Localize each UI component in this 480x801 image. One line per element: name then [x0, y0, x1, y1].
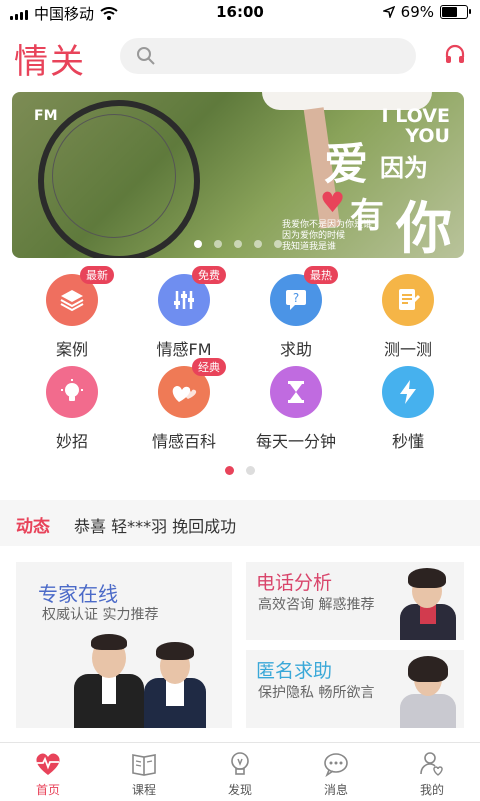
battery-fill [442, 7, 458, 17]
anonymous-help-subtitle: 保护隐私 畅所欲言 [258, 685, 375, 701]
chat-icon [288, 749, 384, 779]
heart-icon: ♥ [320, 186, 346, 219]
tab-label: 我的 [419, 783, 444, 797]
battery-icon [440, 5, 471, 19]
headset-icon[interactable] [444, 44, 466, 66]
feature-item[interactable]: ? 最热求助 [240, 266, 352, 360]
location-arrow-icon [382, 6, 395, 18]
tab-label: 发现 [227, 783, 252, 797]
hearts-icon: 经典 [158, 358, 226, 418]
feature-tag: 经典 [192, 358, 226, 376]
tab-label: 首页 [35, 783, 60, 797]
bottom-tab-bar: 首页 课程 发现 消息 我的 [0, 742, 480, 801]
hourglass-icon [270, 366, 322, 418]
bicycle-wheel-spokes-graphic [52, 114, 176, 238]
layers-icon: 最新 [46, 266, 114, 326]
banner-title-ai: 爱 [324, 139, 368, 190]
test-paper-icon [382, 274, 434, 326]
tab-item[interactable]: 我的 [384, 749, 480, 798]
banner-pagination[interactable] [12, 240, 464, 248]
banner-dot[interactable] [214, 240, 222, 248]
lightning-icon [382, 366, 434, 418]
banner-dot[interactable] [234, 240, 242, 248]
news-text: 恭喜 轻***羽 挽回成功 [74, 517, 237, 536]
feature-label: 每天一分钟 [255, 432, 336, 451]
news-ticker[interactable]: 动态 恭喜 轻***羽 挽回成功 [0, 500, 480, 546]
phone-analysis-card[interactable]: 电话分析 高效咨询 解惑推荐 [246, 562, 464, 640]
battery-percent: 69% [400, 3, 434, 21]
app-logo[interactable]: 情关 [14, 34, 86, 83]
banner-love-text: I LOVE YOU [381, 105, 450, 147]
feature-label: 秒懂 [391, 432, 424, 451]
feature-item[interactable]: 测一测 [352, 274, 464, 360]
tab-label: 消息 [323, 783, 348, 797]
grid-page-dot[interactable] [225, 466, 234, 475]
expert-subtitle: 权威认证 实力推荐 [42, 607, 159, 623]
tab-item[interactable]: 课程 [96, 749, 192, 798]
feature-tag: 免费 [192, 266, 226, 284]
banner-dot[interactable] [274, 240, 282, 248]
feature-item[interactable]: 每天一分钟 [240, 366, 352, 452]
news-title: 动态 [16, 517, 50, 537]
grid-page-dot[interactable] [246, 466, 255, 475]
lightbulb-icon [192, 749, 288, 779]
phone-analysis-title: 电话分析 [256, 572, 333, 594]
svg-text:?: ? [293, 291, 299, 305]
anonymous-help-title: 匿名求助 [256, 660, 333, 682]
feature-item[interactable]: 免费情感FM [128, 266, 240, 360]
anonymous-help-card[interactable]: 匿名求助 保护隐私 畅所欲言 [246, 650, 464, 728]
feature-tag: 最新 [80, 266, 114, 284]
expert-title: 专家在线 [38, 582, 118, 606]
operator-photo [396, 566, 458, 640]
tab-item[interactable]: 发现 [192, 749, 288, 798]
male-expert-photo [74, 632, 144, 728]
feature-label: 情感FM [156, 340, 212, 359]
status-bar: 中国移动 16:00 69% [0, 0, 480, 26]
banner-title-yinwei: 因为 [380, 154, 428, 182]
tab-item[interactable]: 消息 [288, 749, 384, 798]
lightbulb-icon [46, 366, 98, 418]
book-icon [96, 749, 192, 779]
equalizer-icon: 免费 [158, 266, 226, 326]
feature-label: 求助 [279, 340, 312, 359]
banner-fm-label: FM [34, 108, 58, 124]
feature-item[interactable]: 妙招 [16, 366, 128, 452]
grid-pagination[interactable] [0, 466, 480, 475]
tab-label: 课程 [131, 783, 156, 797]
banner-subtitle: 我爱你不是因为你是谁 因为爱你的时候 我知道我是谁 [282, 220, 372, 253]
feature-label: 测一测 [383, 340, 432, 359]
banner-subtitle-line: 我爱你不是因为你是谁 [282, 220, 373, 230]
user-heart-icon [384, 749, 480, 779]
feature-label: 情感百科 [151, 432, 216, 451]
feature-item[interactable]: 最新案例 [16, 266, 128, 360]
feature-item[interactable]: 经典情感百科 [128, 358, 240, 452]
thinking-woman-photo [396, 654, 458, 728]
expert-online-card[interactable]: 专家在线 权威认证 实力推荐 [16, 562, 232, 728]
feature-label: 案例 [55, 340, 88, 359]
status-right: 69% [382, 3, 471, 21]
feature-item[interactable]: 秒懂 [352, 366, 464, 452]
question-chat-icon: ? 最热 [270, 266, 338, 326]
heartbeat-icon [0, 749, 96, 779]
banner-dot[interactable] [254, 240, 262, 248]
app-header: 情关 [0, 30, 480, 82]
tab-item[interactable]: 首页 [0, 749, 96, 798]
phone-analysis-subtitle: 高效咨询 解惑推荐 [258, 597, 375, 613]
feature-label: 妙招 [55, 432, 88, 451]
female-expert-photo [144, 642, 206, 728]
banner-dot[interactable] [194, 240, 202, 248]
banner-carousel[interactable]: FM I LOVE YOU 爱 因为 ♥ 有 你 我爱你不是因为你是谁 因为爱你… [12, 92, 464, 258]
search-icon [137, 47, 155, 65]
search-input[interactable] [120, 38, 416, 74]
feature-tag: 最热 [304, 266, 338, 284]
